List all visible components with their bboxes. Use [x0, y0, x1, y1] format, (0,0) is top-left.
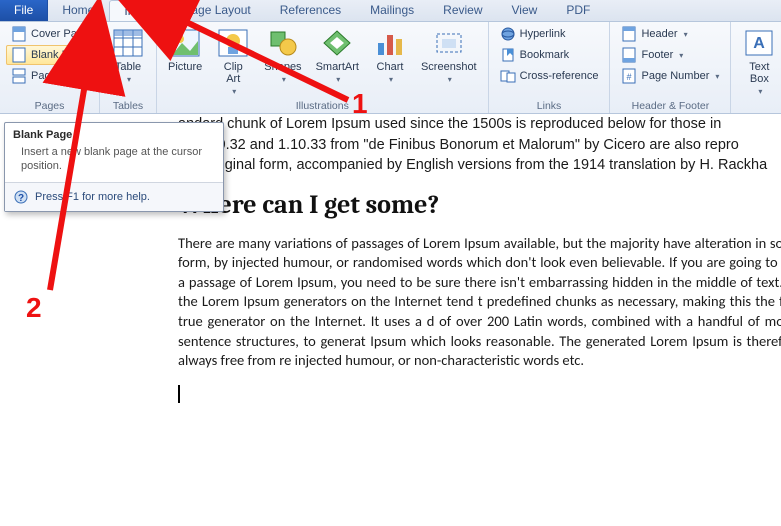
group-label-tables: Tables	[106, 99, 150, 112]
page-number-button[interactable]: # Page Number	[616, 66, 724, 86]
hyperlink-button[interactable]: Hyperlink	[495, 24, 604, 44]
table-button[interactable]: Table	[106, 24, 150, 99]
group-label-links: Links	[495, 99, 604, 112]
cross-reference-icon	[500, 68, 516, 84]
body-paragraph: There are many variations of passages of…	[178, 234, 781, 371]
svg-text:A: A	[754, 35, 766, 52]
page-number-label: Page Number	[641, 70, 709, 82]
text-box-label: Text Box	[749, 61, 769, 85]
group-label-header-footer: Header & Footer	[616, 99, 724, 112]
clip-art-label: Clip Art	[224, 61, 243, 85]
footer-icon	[621, 47, 637, 63]
footer-label: Footer	[641, 49, 673, 61]
callout-1: 1	[352, 88, 368, 120]
picture-label: Picture	[168, 61, 202, 73]
tab-view[interactable]: View	[498, 0, 553, 21]
tab-references[interactable]: References	[266, 0, 356, 21]
hyperlink-icon	[500, 26, 516, 42]
clip-art-icon	[217, 27, 249, 59]
header-label: Header	[641, 28, 677, 40]
screenshot-button[interactable]: Screenshot	[416, 24, 482, 99]
page-break-icon	[11, 68, 27, 84]
page-break-button[interactable]: Page Break	[6, 66, 104, 86]
smartart-label: SmartArt	[316, 61, 359, 73]
screenshot-label: Screenshot	[421, 61, 477, 73]
group-label-pages: Pages	[6, 99, 93, 112]
svg-text:#: #	[627, 72, 632, 82]
chart-button[interactable]: Chart	[368, 24, 412, 99]
tab-home[interactable]: Home	[48, 0, 109, 21]
table-label: Table	[115, 61, 141, 73]
heading: Where can I get some?	[178, 190, 781, 220]
tooltip-footer-text: Press F1 for more help.	[35, 191, 150, 203]
blank-page-icon	[11, 47, 27, 63]
text-box-button[interactable]: A Text Box	[737, 24, 781, 111]
help-icon: ?	[13, 189, 29, 205]
cover-page-label: Cover Page	[31, 28, 89, 40]
smartart-icon	[321, 27, 353, 59]
picture-icon	[169, 27, 201, 59]
text-box-icon: A	[743, 27, 775, 59]
page-break-label: Page Break	[31, 70, 88, 82]
picture-button[interactable]: Picture	[163, 24, 207, 99]
tab-pdf[interactable]: PDF	[552, 0, 605, 21]
hyperlink-label: Hyperlink	[520, 28, 566, 40]
blank-page-label: Blank Page	[31, 49, 87, 61]
tooltip-title: Blank Page	[5, 123, 223, 143]
tooltip-body: Insert a new blank page at the cursor po…	[5, 143, 223, 182]
group-label-text	[737, 111, 781, 112]
ribbon-insert: Cover Page Blank Page Page Break Pages T…	[0, 22, 781, 114]
screenshot-icon	[433, 27, 465, 59]
bookmark-icon	[500, 47, 516, 63]
tab-file[interactable]: File	[0, 0, 48, 21]
body-paragraph: andard chunk of Lorem Ipsum used since t…	[178, 114, 781, 176]
cross-reference-button[interactable]: Cross-reference	[495, 66, 604, 86]
tab-mailings[interactable]: Mailings	[356, 0, 429, 21]
callout-2: 2	[26, 292, 42, 324]
shapes-label: Shapes	[264, 61, 301, 73]
tab-insert[interactable]: Insert	[109, 0, 169, 21]
header-icon	[621, 26, 637, 42]
page-number-icon: #	[621, 68, 637, 84]
tooltip-footer: ? Press F1 for more help.	[5, 182, 223, 211]
chart-label: Chart	[377, 61, 404, 73]
svg-text:?: ?	[18, 193, 24, 204]
group-label-illustrations: Illustrations	[163, 99, 482, 112]
shapes-icon	[267, 27, 299, 59]
bookmark-button[interactable]: Bookmark	[495, 45, 604, 65]
footer-button[interactable]: Footer	[616, 45, 724, 65]
table-icon	[112, 27, 144, 59]
chart-icon	[374, 27, 406, 59]
cross-reference-label: Cross-reference	[520, 70, 599, 82]
cover-page-button[interactable]: Cover Page	[6, 24, 104, 44]
bookmark-label: Bookmark	[520, 49, 570, 61]
shapes-button[interactable]: Shapes	[259, 24, 306, 99]
cover-page-icon	[11, 26, 27, 42]
clip-art-button[interactable]: Clip Art	[211, 24, 255, 99]
tab-page-layout[interactable]: Page Layout	[169, 0, 265, 21]
text-cursor	[178, 385, 781, 404]
tab-review[interactable]: Review	[429, 0, 497, 21]
tooltip-blank-page: Blank Page Insert a new blank page at th…	[4, 122, 224, 212]
ribbon-tabstrip: File Home Insert Page Layout References …	[0, 0, 781, 22]
header-button[interactable]: Header	[616, 24, 724, 44]
blank-page-button[interactable]: Blank Page	[6, 45, 104, 65]
